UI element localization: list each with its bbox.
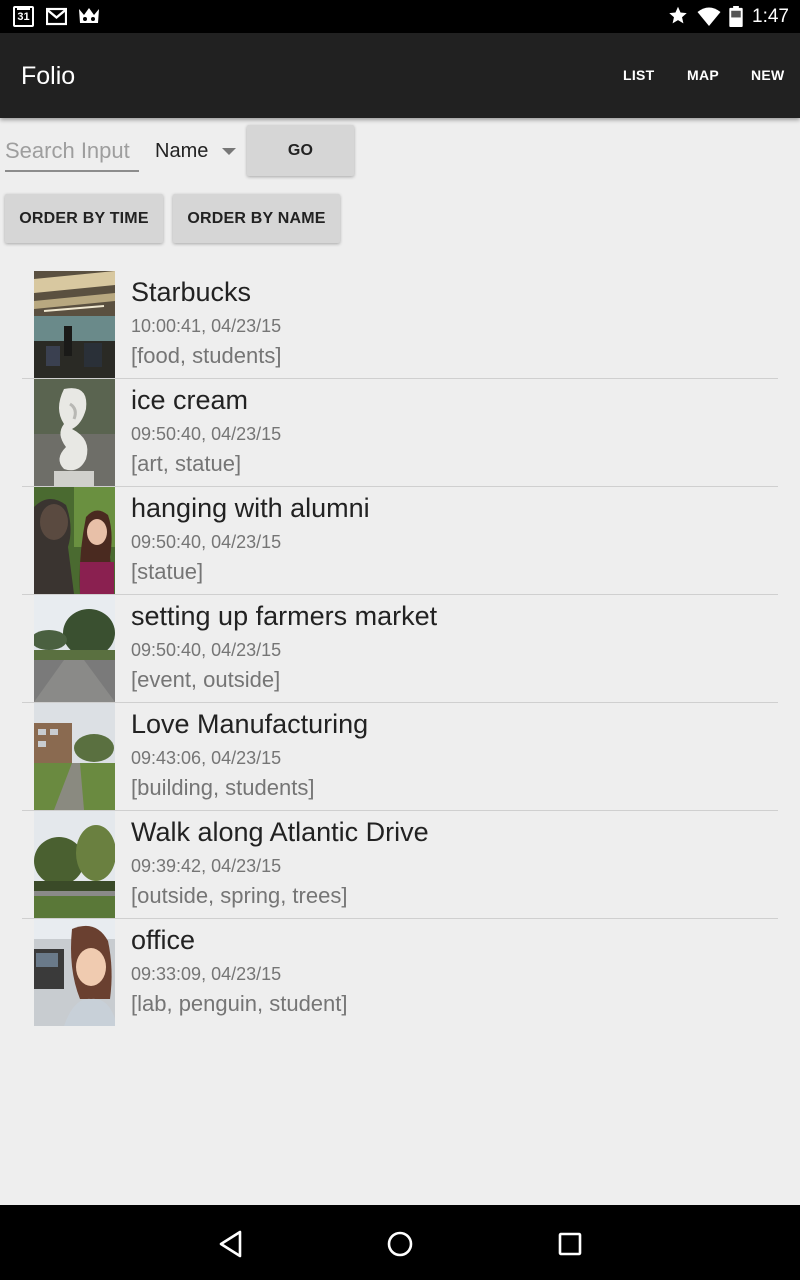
app-title: Folio [21,62,76,90]
item-timestamp: 10:00:41, 04/23/15 [131,316,282,336]
calendar-icon: 31 [13,6,34,27]
item-title: ice cream [131,385,249,415]
item-timestamp: 09:33:09, 04/23/15 [131,964,282,984]
thumbnail-image [34,919,115,1026]
back-icon[interactable] [216,1229,246,1259]
list-item[interactable]: Starbucks 10:00:41, 04/23/15 [food, stud… [22,271,778,379]
item-timestamp: 09:50:40, 04/23/15 [131,424,282,444]
item-tags: [statue] [131,559,204,584]
order-by-name-button[interactable]: ORDER BY NAME [173,194,340,243]
thumbnail-image [34,703,115,810]
calendar-day: 31 [17,11,30,23]
list-item[interactable]: setting up farmers market 09:50:40, 04/2… [22,595,778,703]
search-input[interactable] [5,132,139,172]
order-by-time-button[interactable]: ORDER BY TIME [5,194,163,243]
item-timestamp: 09:50:40, 04/23/15 [131,640,282,660]
item-title: Love Manufacturing [131,709,369,739]
list-item[interactable]: Walk along Atlantic Drive 09:39:42, 04/2… [22,811,778,919]
list-action[interactable]: LIST [623,67,655,84]
wifi-icon [697,7,721,26]
app-bar: Folio LIST MAP NEW [0,33,800,118]
star-icon [669,6,687,24]
list-item[interactable]: hanging with alumni 09:50:40, 04/23/15 [… [22,487,778,595]
new-action[interactable]: NEW [751,67,785,84]
folio-list: Starbucks 10:00:41, 04/23/15 [food, stud… [22,271,778,1027]
thumbnail-image [34,595,115,702]
map-action[interactable]: MAP [687,67,719,84]
search-field-dropdown[interactable]: Name [155,136,240,166]
item-tags: [lab, penguin, student] [131,991,348,1016]
go-button[interactable]: GO [247,125,354,176]
home-icon[interactable] [385,1229,415,1259]
list-item[interactable]: ice cream 09:50:40, 04/23/15 [art, statu… [22,379,778,487]
thumbnail-image [34,271,115,378]
item-title: Starbucks [131,277,252,307]
gmail-icon [46,7,67,26]
item-tags: [food, students] [131,343,282,368]
item-tags: [outside, spring, trees] [131,883,348,908]
list-item[interactable]: Love Manufacturing 09:43:06, 04/23/15 [b… [22,703,778,811]
item-tags: [building, students] [131,775,315,800]
list-item[interactable]: office 09:33:09, 04/23/15 [lab, penguin,… [22,919,778,1027]
search-field-value: Name [155,140,209,162]
item-tags: [event, outside] [131,667,281,692]
thumbnail-image [34,379,115,486]
thumbnail-image [34,487,115,594]
thumbnail-image [34,811,115,918]
item-timestamp: 09:50:40, 04/23/15 [131,532,282,552]
item-timestamp: 09:43:06, 04/23/15 [131,748,282,768]
item-timestamp: 09:39:42, 04/23/15 [131,856,282,876]
item-title: hanging with alumni [131,493,370,523]
navigation-bar [0,1205,800,1280]
recents-icon[interactable] [555,1229,585,1259]
item-title: office [131,925,196,955]
dropdown-arrow-icon [222,148,236,155]
item-tags: [art, statue] [131,451,242,476]
crown-icon [79,8,99,23]
status-bar: 31 1:47 [0,0,800,33]
item-title: setting up farmers market [131,601,438,631]
item-title: Walk along Atlantic Drive [131,817,429,847]
clock: 1:47 [752,6,789,27]
battery-icon [729,6,743,27]
